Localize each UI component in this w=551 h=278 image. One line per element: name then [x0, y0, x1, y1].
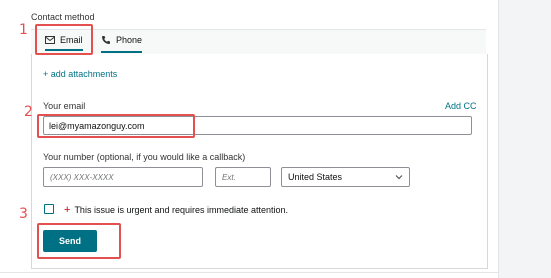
- phone-placeholder: (XXX) XXX-XXXX: [50, 172, 114, 182]
- divider: [0, 272, 498, 273]
- extension-field[interactable]: Ext.: [215, 167, 271, 187]
- step-number-3: 3: [19, 206, 28, 222]
- highlight-box-email-tab: [35, 24, 93, 55]
- add-cc-link[interactable]: Add CC: [445, 101, 477, 111]
- country-select[interactable]: United States: [281, 167, 410, 187]
- step-number-1: 1: [19, 22, 28, 38]
- highlight-box-send: [37, 223, 121, 259]
- urgent-checkbox[interactable]: [44, 204, 54, 214]
- phone-number-field[interactable]: (XXX) XXX-XXXX: [43, 167, 203, 187]
- urgent-label: + This issue is urgent and requires imme…: [64, 203, 289, 216]
- urgent-text: This issue is urgent and requires immedi…: [74, 205, 289, 215]
- right-panel: [498, 0, 551, 278]
- highlight-box-email-field: [37, 114, 195, 138]
- country-value: United States: [288, 172, 343, 182]
- urgent-plus-icon: +: [64, 203, 71, 216]
- tab-phone-label: Phone: [116, 35, 143, 45]
- email-label: Your email: [43, 101, 86, 111]
- ext-placeholder: Ext.: [222, 172, 236, 182]
- number-label: Your number (optional, if you would like…: [43, 152, 246, 162]
- add-attachments-link[interactable]: + add attachments: [43, 69, 117, 79]
- chevron-down-icon: [395, 175, 403, 180]
- tab-phone[interactable]: Phone: [101, 29, 143, 53]
- tabs-bar: [31, 29, 486, 54]
- contact-method-label: Contact method: [31, 12, 95, 22]
- phone-icon: [102, 36, 110, 44]
- step-number-2: 2: [24, 104, 33, 120]
